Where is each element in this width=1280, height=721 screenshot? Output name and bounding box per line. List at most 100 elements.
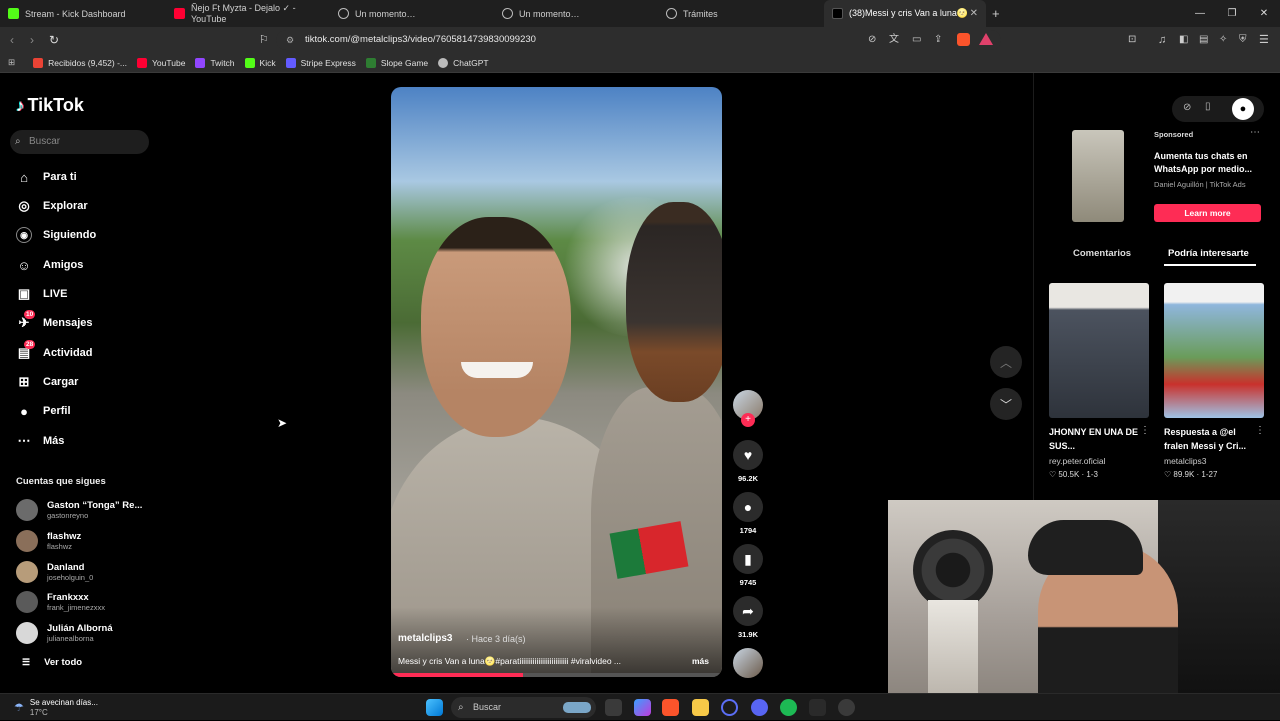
spotify-icon[interactable]: [780, 699, 797, 716]
nav-live[interactable]: ▣ LIVE: [16, 285, 68, 303]
maximize-icon[interactable]: ❐: [1216, 0, 1248, 27]
minimize-icon[interactable]: —: [1184, 0, 1216, 27]
bookmark-icon[interactable]: ⚐: [259, 33, 269, 47]
bookmark-kick[interactable]: Kick: [244, 57, 276, 68]
suggested-video-thumbnail[interactable]: [1164, 283, 1264, 418]
obs-icon[interactable]: [721, 699, 738, 716]
following-account[interactable]: Julián Alborná julianealborna: [16, 621, 113, 645]
file-explorer-icon[interactable]: [692, 699, 709, 716]
forward-icon[interactable]: ›: [30, 33, 34, 47]
translate-icon[interactable]: 文: [889, 33, 899, 47]
tab-un-momento-1[interactable]: Un momento…: [330, 0, 494, 27]
like-button[interactable]: ♥ 96.2K: [733, 440, 763, 483]
sound-disc-button[interactable]: [733, 648, 763, 678]
suggested-video-title[interactable]: Respuesta a @el fralen Messi y Cri...: [1164, 425, 1256, 453]
ad-title[interactable]: Aumenta tus chats en WhatsApp por medio.…: [1154, 150, 1266, 176]
nav-explorar[interactable]: ◎ Explorar: [16, 197, 87, 215]
nav-amigos[interactable]: ☺ Amigos: [16, 256, 83, 274]
bookmark-gmail[interactable]: Recibidos (9,452) -...: [33, 57, 127, 68]
discord-icon[interactable]: [751, 699, 768, 716]
following-account[interactable]: Gaston “Tonga” Re... gastonreyno: [16, 498, 142, 522]
suggested-video-title[interactable]: JHONNY EN UNA DE SUS...: [1049, 425, 1141, 453]
save-button[interactable]: ▮ 9745: [733, 544, 763, 587]
apps-grid-icon[interactable]: ⊞: [8, 57, 15, 68]
following-account[interactable]: flashwz flashwz: [16, 529, 81, 553]
vpn-icon[interactable]: ⛨: [1239, 33, 1247, 47]
share-button[interactable]: ➦ 31.9K: [733, 596, 763, 639]
copilot-icon[interactable]: [634, 699, 651, 716]
wallet-icon[interactable]: ▤: [1199, 33, 1208, 47]
bookmark-label: Kick: [259, 57, 276, 68]
bookmark-twitch[interactable]: Twitch: [195, 57, 235, 68]
taskbar-search[interactable]: ⌕ Buscar: [451, 697, 596, 718]
nav-actividad[interactable]: ▤ 28 Actividad: [16, 340, 93, 362]
screenshot-icon[interactable]: ⊡: [1128, 33, 1136, 47]
bookmark-youtube[interactable]: YouTube: [137, 57, 185, 68]
task-view-icon[interactable]: [605, 699, 622, 716]
compass-icon[interactable]: ⊘: [1183, 102, 1191, 113]
more-link[interactable]: más: [692, 656, 709, 666]
back-icon[interactable]: ‹: [10, 33, 14, 47]
creator-avatar-button[interactable]: +: [733, 390, 763, 427]
heart-icon: ♥: [733, 440, 763, 470]
brave-browser-icon[interactable]: [662, 699, 679, 716]
suggested-video-user[interactable]: metalclips3: [1164, 456, 1207, 466]
video-player[interactable]: [391, 87, 722, 677]
close-window-icon[interactable]: ✕: [1248, 0, 1280, 27]
tab-kick-dashboard[interactable]: Stream - Kick Dashboard: [0, 0, 164, 27]
comment-button[interactable]: ● 1794: [733, 492, 763, 535]
search-input[interactable]: ⌕ Buscar: [10, 130, 149, 154]
suggested-more-icon[interactable]: ⋮: [1140, 425, 1150, 436]
follow-plus-icon[interactable]: +: [741, 413, 755, 427]
weather-widget[interactable]: ☂ Se avecinan días... 17°C: [14, 694, 98, 721]
following-account[interactable]: Frankxxx frank_jimenezxxx: [16, 590, 105, 614]
video-author[interactable]: metalclips3: [398, 633, 452, 644]
progress-track[interactable]: [391, 673, 722, 677]
brave-rewards-icon[interactable]: [979, 33, 993, 45]
leo-ai-icon[interactable]: ✧: [1219, 33, 1227, 47]
reload-icon[interactable]: ↻: [49, 33, 59, 47]
ad-thumbnail[interactable]: [1072, 130, 1124, 222]
bookmark-stripe[interactable]: Stripe Express: [285, 57, 356, 68]
nav-siguiendo[interactable]: ◉ Siguiendo: [16, 226, 96, 244]
sidebar-icon[interactable]: ◧: [1179, 33, 1188, 47]
suggested-video-thumbnail[interactable]: [1049, 283, 1149, 418]
profile-avatar-icon[interactable]: ●: [1232, 98, 1254, 120]
new-tab-button[interactable]: +: [992, 6, 1000, 21]
suggested-more-icon[interactable]: ⋮: [1255, 425, 1265, 436]
tab-comentarios[interactable]: Comentarios: [1073, 248, 1131, 259]
ad-more-icon[interactable]: ⋯: [1250, 127, 1260, 138]
mute-icon[interactable]: ⊘: [868, 33, 876, 47]
tab-podria-interesarte[interactable]: Podría interesarte: [1168, 248, 1249, 259]
tab-tiktok-active[interactable]: (38)Messi y cris Van a luna🌝 ✕: [824, 0, 986, 27]
bookmark-chatgpt[interactable]: ChatGPT: [438, 57, 489, 68]
audio-app-icon[interactable]: [809, 699, 826, 716]
brave-shield-icon[interactable]: [957, 33, 970, 46]
windows-start-icon[interactable]: [426, 699, 443, 716]
following-account[interactable]: Danland joseholguin_0: [16, 560, 93, 584]
steam-icon[interactable]: [838, 699, 855, 716]
phone-icon[interactable]: ▯: [1205, 101, 1211, 112]
previous-video-button[interactable]: ︿: [990, 346, 1022, 378]
share-icon[interactable]: ⇪: [934, 33, 942, 47]
tab-tramites[interactable]: Trámites: [658, 0, 822, 27]
learn-more-button[interactable]: Learn more: [1154, 204, 1261, 222]
nav-para-ti[interactable]: ⌂ Para ti: [16, 168, 77, 186]
site-info-icon[interactable]: ⚙: [286, 30, 294, 50]
progress-fill: [391, 673, 524, 677]
suggested-video-user[interactable]: rey.peter.oficial: [1049, 456, 1106, 466]
tiktok-logo[interactable]: ♪ TikTok: [16, 95, 84, 116]
nav-mas[interactable]: ⋯ Más: [16, 432, 65, 450]
tab-youtube[interactable]: Ñejo Ft Myzta - Dejalo ✓ - YouTube: [166, 0, 330, 27]
see-all-button[interactable]: ☰ Ver todo: [22, 657, 82, 668]
nav-cargar[interactable]: ⊞ Cargar: [16, 373, 79, 391]
close-tab-icon[interactable]: ✕: [970, 8, 978, 19]
nav-mensajes[interactable]: ✈ 10 Mensajes: [16, 310, 93, 332]
tab-un-momento-2[interactable]: Un momento…: [494, 0, 658, 27]
nav-perfil[interactable]: ● Perfil: [16, 402, 70, 420]
menu-icon[interactable]: ☰: [1259, 33, 1269, 47]
cast-icon[interactable]: ▭: [912, 33, 921, 47]
bookmark-slope[interactable]: Slope Game: [365, 57, 428, 68]
next-video-button[interactable]: ﹀: [990, 388, 1022, 420]
media-icon[interactable]: ♫: [1158, 33, 1166, 47]
